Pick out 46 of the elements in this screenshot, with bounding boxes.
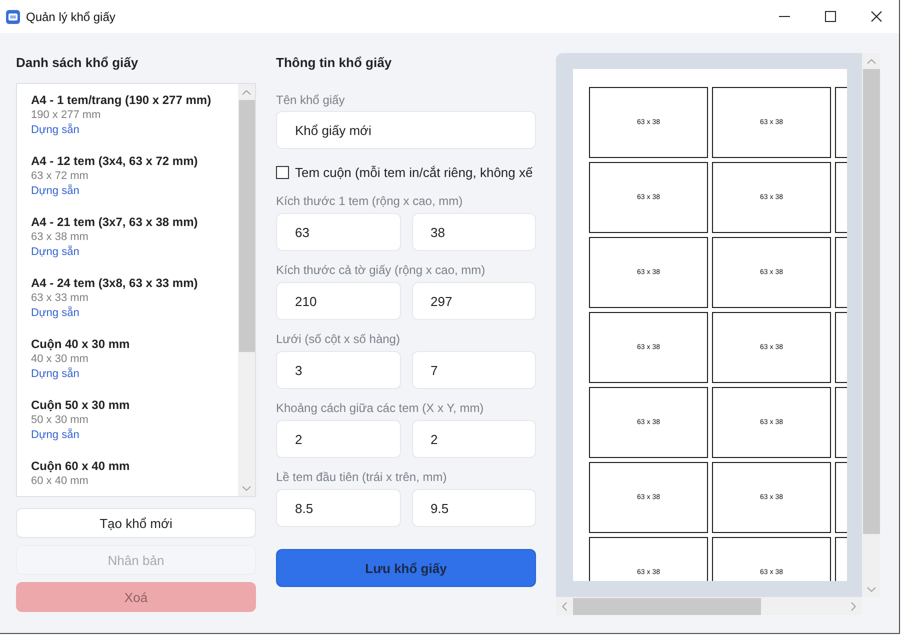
app-icon bbox=[6, 10, 20, 24]
field-label: Khoảng cách giữa các tem (X x Y, mm) bbox=[276, 400, 485, 416]
checkbox-label[interactable]: Tem cuộn (mỗi tem in/cắt riêng, không xế bbox=[295, 164, 533, 180]
scrollbar[interactable] bbox=[556, 597, 862, 615]
number-field[interactable]: 7 bbox=[412, 351, 536, 389]
window-title: Quản lý khổ giấy bbox=[26, 10, 116, 24]
checkbox[interactable] bbox=[276, 166, 289, 178]
chevron-right-icon[interactable] bbox=[851, 602, 856, 610]
scrollbar-thumb[interactable] bbox=[238, 100, 254, 352]
preset-item[interactable]: A4 - 12 tem (3x4, 63 x 72 mm) 63 x 72 mm Dựng sẵn bbox=[17, 154, 238, 215]
scrollbar[interactable] bbox=[862, 53, 880, 597]
field-label: Kích thước cả tờ giấy (rộng x cao, mm) bbox=[276, 262, 486, 278]
preset-item[interactable]: Cuộn 50 x 30 mm 50 x 30 mm Dựng sẵn bbox=[17, 398, 238, 459]
chevron-up-icon[interactable] bbox=[866, 58, 876, 64]
number-field[interactable]: 63 bbox=[276, 213, 400, 251]
action-button[interactable]: Tạo khổ mới bbox=[16, 508, 256, 538]
number-field[interactable]: 3 bbox=[276, 351, 400, 389]
scrollbar[interactable] bbox=[238, 84, 255, 496]
number-field[interactable]: 2 bbox=[412, 420, 536, 458]
maximize-icon bbox=[824, 11, 836, 22]
field-label: Lề tem đầu tiên (trái x trên, mm) bbox=[276, 469, 448, 485]
preset-item[interactable]: A4 - 24 tem (3x8, 63 x 33 mm) 63 x 33 mm Dựng sẵn bbox=[17, 276, 238, 337]
number-field[interactable]: 210 bbox=[276, 282, 400, 320]
scrollbar-thumb[interactable] bbox=[862, 69, 880, 534]
preset-item[interactable]: Cuộn 40 x 30 mm 40 x 30 mm Dựng sẵn bbox=[17, 337, 238, 398]
number-field[interactable]: 2 bbox=[276, 420, 400, 458]
minimize-icon bbox=[778, 16, 790, 17]
scrollbar-thumb[interactable] bbox=[573, 598, 761, 614]
text-field[interactable]: Khổ giấy mới bbox=[276, 111, 536, 149]
field-label: Lưới (số cột x số hàng) bbox=[276, 331, 401, 347]
chevron-down-icon[interactable] bbox=[866, 586, 876, 592]
preset-item[interactable]: Cuộn 60 x 40 mm 60 x 40 mm bbox=[17, 459, 238, 496]
chevron-down-icon[interactable] bbox=[242, 486, 251, 490]
field-label: Kích thước 1 tem (rộng x cao, mm) bbox=[276, 193, 464, 209]
close-icon bbox=[870, 11, 882, 22]
chevron-up-icon[interactable] bbox=[242, 90, 251, 94]
chevron-left-icon[interactable] bbox=[562, 602, 567, 610]
list-heading: Danh sách khổ giấy bbox=[16, 54, 140, 72]
preset-item[interactable]: A4 - 1 tem/trang (190 x 277 mm) 190 x 277 mm Dựng sẵn bbox=[17, 93, 238, 154]
number-field[interactable]: 8.5 bbox=[276, 489, 400, 527]
number-field[interactable]: 38 bbox=[412, 213, 536, 251]
field-label: Tên khổ giấy bbox=[276, 92, 346, 108]
number-field[interactable]: 297 bbox=[412, 282, 536, 320]
form-heading: Thông tin khổ giấy bbox=[276, 54, 393, 72]
preset-item[interactable]: A4 - 21 tem (3x7, 63 x 38 mm) 63 x 38 mm Dựng sẵn bbox=[17, 215, 238, 276]
number-field[interactable]: 9.5 bbox=[412, 489, 536, 527]
